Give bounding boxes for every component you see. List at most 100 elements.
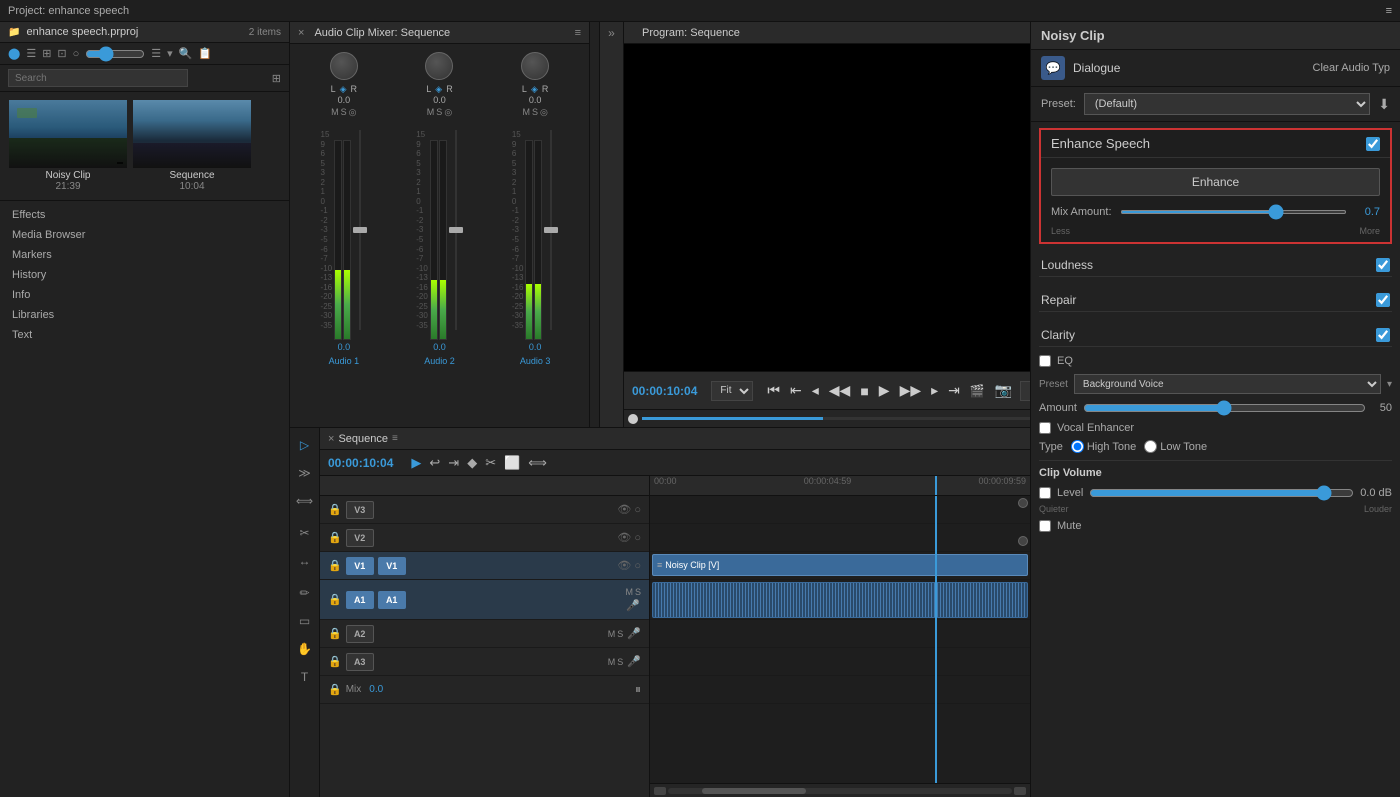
sequence-tab-menu[interactable]: ≡: [392, 433, 398, 444]
tab-close-clip-mixer[interactable]: ×: [298, 27, 304, 39]
loudness-checkbox[interactable]: [1376, 258, 1390, 272]
sequence-tab[interactable]: × Sequence ≡: [320, 433, 406, 445]
pen-tool[interactable]: ✏: [294, 582, 316, 604]
new-folder-icon[interactable]: 📋: [198, 47, 212, 60]
audio-clip[interactable]: [652, 582, 1028, 618]
sidebar-item-markers[interactable]: Markers: [0, 245, 289, 265]
out-point-marker[interactable]: [1018, 498, 1028, 508]
stop-button[interactable]: ■: [858, 381, 870, 401]
eye-icon-v2[interactable]: 👁: [617, 531, 631, 544]
vis-icon-v2[interactable]: ○: [634, 532, 641, 544]
icon2[interactable]: ☰: [26, 47, 36, 60]
camera-button[interactable]: 📷: [993, 380, 1014, 401]
sequence-tab-close[interactable]: ×: [328, 433, 334, 445]
eye-icon-v3[interactable]: 👁: [617, 503, 631, 516]
lock-icon-a2[interactable]: 🔒: [328, 627, 342, 640]
sidebar-item-text[interactable]: Text: [0, 325, 289, 345]
playhead[interactable]: [935, 476, 937, 495]
sidebar-item-libraries[interactable]: Libraries: [0, 305, 289, 325]
track-select-tool[interactable]: ≫: [294, 462, 316, 484]
fit-dropdown[interactable]: Fit: [711, 381, 753, 401]
mix-amount-slider[interactable]: [1120, 210, 1347, 214]
step-back-frame-button[interactable]: ◂: [810, 380, 821, 401]
rewind-to-start-button[interactable]: ⏮: [765, 380, 782, 401]
mix-keyframe-btn[interactable]: ⏸: [635, 682, 641, 697]
rectangle-tool[interactable]: ▭: [294, 610, 316, 632]
icon6[interactable]: ☰: [151, 47, 161, 60]
timeline-tool4[interactable]: ✂: [483, 453, 498, 473]
timeline-tool5[interactable]: ⬜: [502, 453, 522, 473]
lock-icon-v2[interactable]: 🔒: [328, 531, 342, 544]
scroll-left-btn[interactable]: [654, 787, 666, 795]
scroll-right-btn[interactable]: [1014, 787, 1026, 795]
icon3[interactable]: ⊞: [42, 47, 51, 60]
step-forward-button[interactable]: ▸: [929, 380, 940, 401]
forward-button[interactable]: ▶▶: [898, 380, 924, 401]
preset-dropdown[interactable]: (Default): [1084, 93, 1370, 115]
mic-icon-a1[interactable]: 🎤: [626, 599, 640, 612]
add-marker-button[interactable]: 🎬: [968, 382, 987, 400]
panel-menu-icon[interactable]: ≡: [575, 27, 581, 39]
enhance-button[interactable]: Enhance: [1051, 168, 1380, 196]
mic-icon-a3[interactable]: 🎤: [627, 655, 641, 668]
high-tone-option[interactable]: High Tone: [1071, 440, 1136, 453]
level-checkbox[interactable]: [1039, 487, 1051, 499]
vis-icon-v3[interactable]: ○: [634, 504, 641, 516]
playback-progress-bar[interactable]: [624, 409, 1030, 427]
menu-icon[interactable]: ≡: [1386, 5, 1392, 17]
sidebar-item-effects[interactable]: Effects: [0, 205, 289, 225]
mute-checkbox[interactable]: [1039, 520, 1051, 532]
timeline-tool6[interactable]: ⟺: [526, 453, 549, 473]
icon4[interactable]: ⊡: [57, 47, 66, 60]
selection-tool[interactable]: ▷: [294, 434, 316, 456]
low-tone-option[interactable]: Low Tone: [1144, 440, 1207, 453]
channel-knob-3[interactable]: [521, 52, 549, 80]
scroll-track[interactable]: [668, 788, 1012, 794]
preset-save-button[interactable]: ⬇: [1378, 96, 1390, 113]
eye-icon-v1[interactable]: 👁: [617, 559, 631, 572]
level-slider[interactable]: [1089, 485, 1354, 501]
vocal-enhancer-checkbox[interactable]: [1039, 422, 1051, 434]
sidebar-item-media-browser[interactable]: Media Browser: [0, 225, 289, 245]
zoom-slider[interactable]: [85, 48, 145, 60]
eq-amount-slider[interactable]: [1083, 400, 1366, 416]
video-clip[interactable]: ≡ Noisy Clip [V]: [652, 554, 1028, 576]
lock-icon-a3[interactable]: 🔒: [328, 655, 342, 668]
list-icon[interactable]: ⬤: [8, 47, 20, 60]
timeline-tool2[interactable]: ⇥: [446, 453, 461, 473]
lock-icon-v3[interactable]: 🔒: [328, 503, 342, 516]
high-tone-radio[interactable]: [1071, 440, 1084, 453]
channel-knob-1[interactable]: [330, 52, 358, 80]
razor-tool[interactable]: ✂: [294, 522, 316, 544]
timeline-ruler[interactable]: 00:00 00:00:04:59 00:00:09:59: [650, 476, 1030, 496]
sidebar-item-info[interactable]: Info: [0, 285, 289, 305]
rewind-button[interactable]: ◀◀: [827, 380, 853, 401]
timeline-tool1[interactable]: ↩: [427, 453, 442, 473]
media-thumbnail[interactable]: [9, 100, 127, 168]
enhance-speech-checkbox[interactable]: [1366, 137, 1380, 151]
ripple-tool[interactable]: ⟺: [294, 490, 316, 512]
eq-preset-dropdown[interactable]: Background Voice: [1074, 374, 1381, 394]
timeline-scrollbar[interactable]: [650, 783, 1030, 797]
icon5[interactable]: ○: [73, 48, 80, 60]
eq-checkbox[interactable]: [1039, 355, 1051, 367]
fader-handle-1[interactable]: [353, 130, 367, 330]
repair-checkbox[interactable]: [1376, 293, 1390, 307]
more-tabs-indicator[interactable]: »: [600, 22, 624, 427]
search-input[interactable]: [8, 69, 188, 87]
progress-track[interactable]: [642, 417, 1030, 420]
timeline-play-btn[interactable]: ▶: [409, 453, 423, 473]
slip-tool[interactable]: ↔: [294, 550, 316, 572]
hand-tool[interactable]: ✋: [294, 638, 316, 660]
fader-handle-2[interactable]: [449, 130, 463, 330]
lock-icon-mix[interactable]: 🔒: [328, 683, 342, 696]
list-item[interactable]: Sequence 10:04: [132, 100, 252, 192]
sidebar-item-history[interactable]: History: [0, 265, 289, 285]
lock-icon-v1[interactable]: 🔒: [328, 559, 342, 572]
fader-handle-3[interactable]: [544, 130, 558, 330]
low-tone-radio[interactable]: [1144, 440, 1157, 453]
resolution-dropdown[interactable]: 1/2: [1020, 381, 1030, 401]
play-button[interactable]: ▶: [877, 380, 892, 401]
lock-icon-a1[interactable]: 🔒: [328, 593, 342, 606]
scroll-thumb[interactable]: [702, 788, 805, 794]
